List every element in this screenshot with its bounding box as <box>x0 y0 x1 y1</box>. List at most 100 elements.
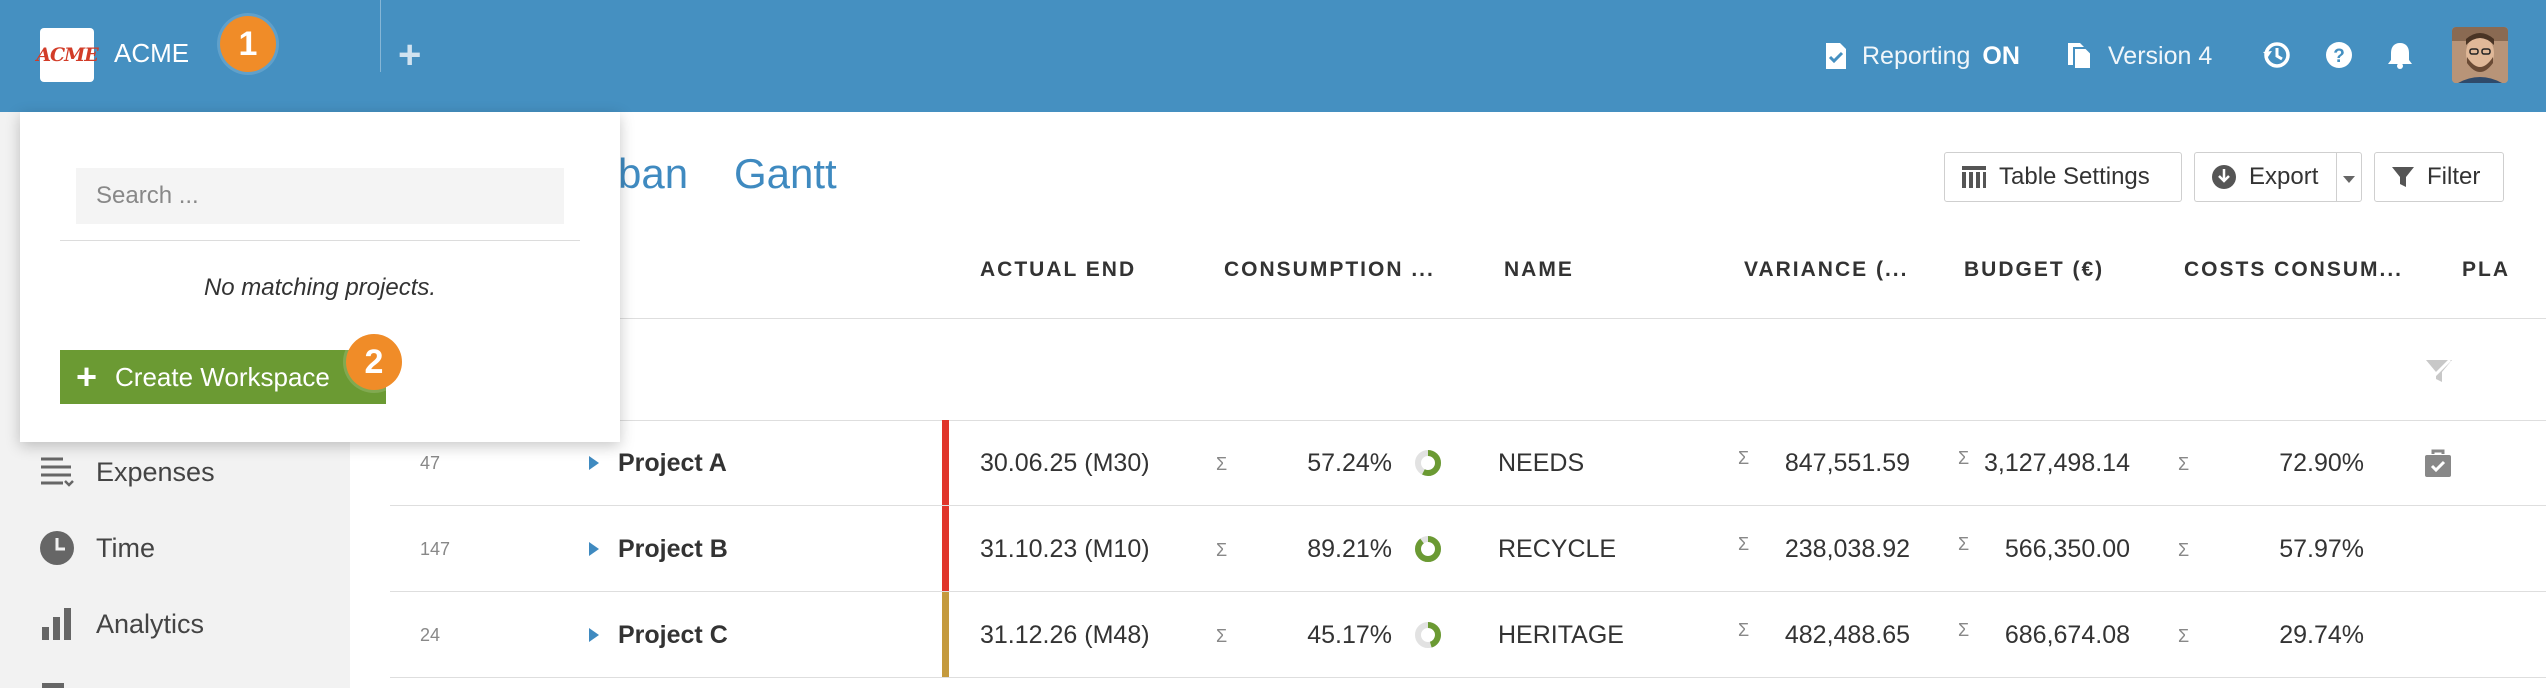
sum-symbol: Σ <box>1738 620 1750 640</box>
sum-symbol: Σ <box>2178 454 2190 474</box>
table-settings-icon <box>1961 165 1987 189</box>
sidebar-item-label: Analytics <box>96 608 205 639</box>
sum-symbol: Σ <box>1738 534 1750 554</box>
name-value: NEEDS <box>1498 448 1585 477</box>
table-settings-label: Table Settings <box>1999 163 2150 190</box>
status-indicator <box>942 592 949 678</box>
caret-down-icon <box>2343 163 2355 191</box>
column-header-pla[interactable]: PLA <box>2462 258 2510 282</box>
top-bar: ACME ACME 1 + Reporting ON Version 4 ? <box>0 0 2546 112</box>
budget-value: 3,127,498.14 <box>1984 448 2130 477</box>
version-selector[interactable]: Version 4 <box>2066 0 2212 112</box>
create-workspace-button[interactable]: + Create Workspace <box>60 350 386 404</box>
table-row[interactable]: 24 Project C 31.12.26 (M48) Σ 45.17% HERITAGE… <box>390 592 2546 678</box>
history-icon[interactable] <box>2262 40 2292 70</box>
user-avatar[interactable] <box>2452 27 2508 83</box>
reporting-label: Reporting <box>1862 41 1971 70</box>
export-button[interactable]: Export <box>2194 152 2338 202</box>
sum-symbol: Σ <box>1216 454 1228 474</box>
export-icon <box>2211 164 2237 190</box>
sidebar-item-label: Expenses <box>96 456 215 487</box>
costs-consumption-value: 72.90% <box>2279 448 2364 477</box>
workspace-dropdown: No matching projects. + Create Workspace <box>20 112 620 442</box>
no-results-message: No matching projects. <box>203 274 437 301</box>
row-divider <box>390 677 2546 678</box>
table-settings-button[interactable]: Table Settings <box>1944 152 2182 202</box>
table-row[interactable]: 147 Project B 31.10.23 (M10) Σ 89.21% RECYCLE… <box>390 506 2546 592</box>
name-value: RECYCLE <box>1498 534 1617 563</box>
column-header-name[interactable]: NAME <box>1504 258 1574 282</box>
help-icon[interactable]: ? <box>2324 40 2354 70</box>
column-header-costs-consumption[interactable]: COSTS CONSUM... <box>2184 258 2403 282</box>
topbar-divider <box>380 0 381 72</box>
filter-button[interactable]: Filter <box>2374 152 2504 202</box>
export-options-dropdown[interactable] <box>2336 152 2362 202</box>
sidebar-item-time[interactable]: Time <box>38 526 155 570</box>
column-header-budget[interactable]: BUDGET (€) <box>1964 258 2104 282</box>
variance-value: 238,038.92 <box>1784 534 1910 563</box>
column-header-consumption[interactable]: CONSUMPTION ... <box>1224 258 1435 282</box>
actual-end-value: 30.06.25 (M30) <box>980 448 1150 477</box>
budget-value: 566,350.00 <box>2004 534 2130 563</box>
status-indicator <box>942 420 949 506</box>
filter-label: Filter <box>2427 163 2481 190</box>
column-header-actual-end[interactable]: ACTUAL END <box>980 258 1136 282</box>
header-divider <box>390 318 2546 319</box>
company-name[interactable]: ACME <box>114 38 189 69</box>
tab-gantt[interactable]: Gantt <box>734 150 837 198</box>
row-id: 24 <box>420 624 441 645</box>
variance-value: 847,551.59 <box>1784 448 1910 477</box>
row-id: 147 <box>420 538 451 559</box>
notifications-bell-icon[interactable] <box>2386 40 2414 70</box>
project-name[interactable]: Project A <box>618 420 727 506</box>
company-logo[interactable]: ACME <box>36 28 99 82</box>
reporting-check-icon <box>1824 42 1848 70</box>
expand-row-icon[interactable] <box>588 506 600 592</box>
status-indicator <box>942 506 949 592</box>
costs-consumption-value: 57.97% <box>2279 534 2364 563</box>
name-value: HERITAGE <box>1498 620 1624 649</box>
svg-text:?: ? <box>2333 46 2345 67</box>
reporting-toggle[interactable]: Reporting ON <box>1824 0 2020 112</box>
locked-briefcase-icon[interactable] <box>2424 420 2452 506</box>
consumption-ring-icon <box>1414 592 1442 678</box>
sidebar-item-analytics[interactable]: Analytics <box>38 602 204 646</box>
sum-symbol: Σ <box>1216 540 1228 560</box>
clock-icon <box>38 529 76 567</box>
column-filter-icon[interactable] <box>2424 356 2454 391</box>
sum-symbol: Σ <box>2178 626 2190 646</box>
project-name[interactable]: Project C <box>618 592 728 678</box>
budget-value: 686,674.08 <box>2004 620 2130 649</box>
actual-end-value: 31.12.26 (M48) <box>980 620 1150 649</box>
consumption-ring-icon <box>1414 420 1442 506</box>
create-workspace-label: Create Workspace <box>115 361 330 392</box>
documents-icon <box>2066 42 2092 70</box>
add-button[interactable]: + <box>398 30 421 80</box>
tab-kanban[interactable]: ban <box>618 150 688 198</box>
project-search-input[interactable] <box>76 168 564 224</box>
logo-text: ACME <box>36 44 98 66</box>
dropdown-divider <box>60 240 580 241</box>
expenses-icon <box>38 453 76 491</box>
consumption-value: 89.21% <box>1307 534 1392 563</box>
version-label: Version 4 <box>2108 41 2213 70</box>
project-name[interactable]: Project B <box>618 506 728 592</box>
table-row[interactable]: 47 Project A 30.06.25 (M30) Σ 57.24% NEEDS Σ 84… <box>390 420 2546 506</box>
variance-value: 482,488.65 <box>1784 620 1910 649</box>
sum-symbol: Σ <box>1738 448 1750 468</box>
actual-end-value: 31.10.23 (M10) <box>980 534 1150 563</box>
sum-symbol: Σ <box>2178 540 2190 560</box>
sidebar-item-expenses[interactable]: Expenses <box>38 450 215 494</box>
reporting-state: ON <box>1982 41 2020 70</box>
expand-row-icon[interactable] <box>588 592 600 678</box>
sum-symbol: Σ <box>1216 626 1228 646</box>
sidebar-item-label: Time <box>96 532 155 563</box>
export-label: Export <box>2249 163 2319 190</box>
filter-icon <box>2391 165 2415 189</box>
consumption-ring-icon <box>1414 506 1442 592</box>
column-header-variance[interactable]: VARIANCE (... <box>1744 258 1908 282</box>
consumption-value: 45.17% <box>1307 620 1392 649</box>
consumption-value: 57.24% <box>1307 448 1392 477</box>
step-badge-1: 1 <box>220 16 276 72</box>
step-badge-2: 2 <box>346 334 402 390</box>
